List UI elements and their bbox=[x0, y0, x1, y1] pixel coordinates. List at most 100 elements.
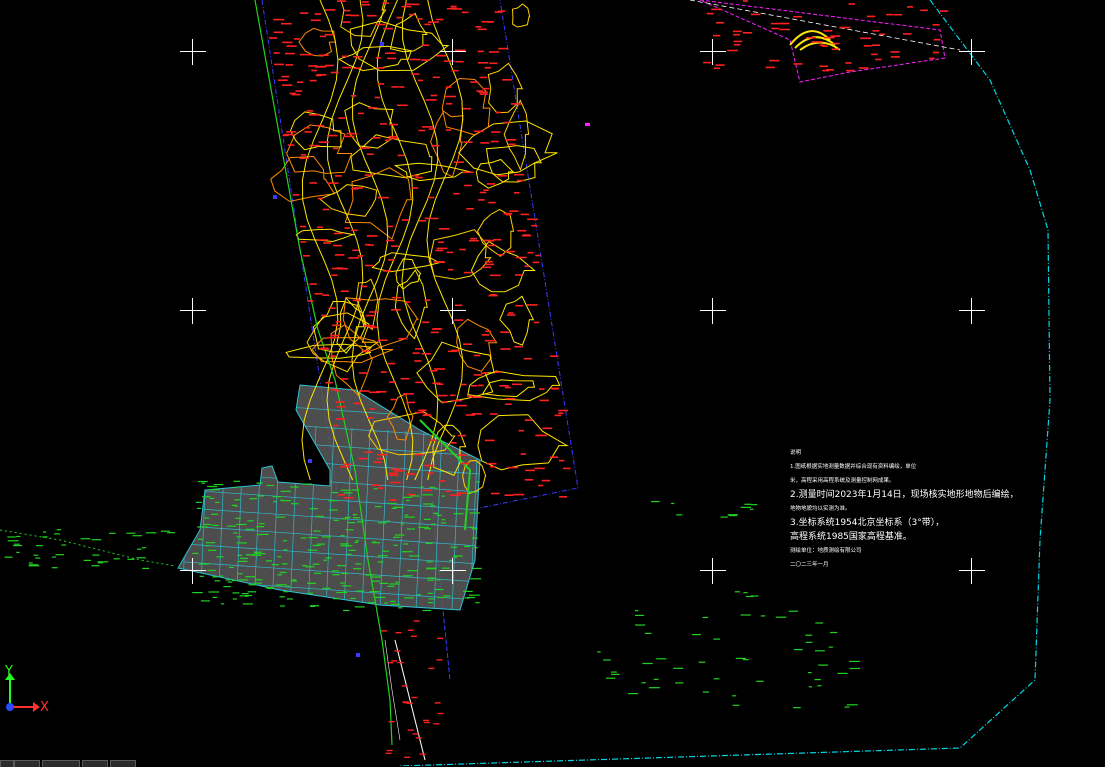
elevation-point bbox=[342, 66, 352, 69]
elevation-point bbox=[488, 244, 496, 247]
elevation-point bbox=[390, 481, 401, 484]
elevation-point bbox=[451, 69, 459, 72]
green-spot-point bbox=[309, 508, 318, 510]
elevation-point bbox=[506, 314, 516, 316]
elevation-point bbox=[903, 33, 912, 35]
green-spot-point bbox=[367, 602, 376, 604]
green-spot-point bbox=[471, 528, 478, 530]
green-spot-point bbox=[167, 532, 176, 534]
green-spot-point bbox=[136, 557, 146, 559]
elevation-point bbox=[367, 417, 374, 419]
elevation-point bbox=[396, 16, 403, 19]
elevation-point bbox=[365, 264, 373, 267]
green-spot-point bbox=[808, 686, 813, 688]
green-spot-point bbox=[56, 529, 62, 531]
green-spot-point bbox=[436, 514, 442, 516]
green-spot-point bbox=[404, 516, 415, 518]
green-spot-point bbox=[418, 526, 429, 528]
elevation-point bbox=[413, 620, 420, 622]
elevation-point bbox=[875, 58, 882, 61]
elevation-point bbox=[537, 434, 547, 437]
elevation-point bbox=[706, 12, 714, 15]
elevation-point bbox=[502, 79, 513, 81]
elevation-point bbox=[524, 265, 530, 268]
elevation-point bbox=[871, 53, 878, 56]
elevation-point bbox=[446, 251, 454, 254]
green-spot-point bbox=[204, 517, 210, 519]
elevation-point bbox=[872, 30, 880, 32]
green-spot-point bbox=[441, 495, 445, 497]
green-spot-point bbox=[203, 523, 212, 526]
elevation-point bbox=[860, 37, 871, 40]
elevation-point bbox=[387, 225, 393, 228]
elevation-point bbox=[432, 382, 441, 384]
elevation-point bbox=[487, 21, 495, 23]
elevation-point bbox=[491, 492, 500, 495]
x-axis-arrow-icon bbox=[12, 702, 40, 712]
green-spot-point bbox=[472, 567, 482, 569]
green-spot-point bbox=[634, 610, 639, 612]
green-spot-point bbox=[343, 609, 350, 612]
green-spot-point bbox=[340, 535, 345, 537]
elevation-point bbox=[769, 59, 780, 62]
blue-marker bbox=[308, 459, 312, 463]
green-spot-point bbox=[373, 488, 378, 490]
green-spot-point bbox=[212, 576, 218, 578]
elevation-point bbox=[362, 1, 369, 3]
green-spot-point bbox=[266, 560, 272, 562]
elevation-point bbox=[514, 345, 523, 348]
green-spot-point bbox=[36, 545, 43, 547]
elevation-point bbox=[541, 479, 551, 482]
elevation-point bbox=[929, 57, 935, 60]
elevation-point bbox=[387, 662, 394, 664]
elevation-point bbox=[300, 241, 307, 243]
elevation-point bbox=[333, 244, 342, 247]
elevation-point bbox=[482, 87, 490, 90]
elevation-point bbox=[558, 459, 565, 462]
elevation-point bbox=[438, 228, 450, 230]
green-spot-point bbox=[313, 530, 321, 532]
green-spot-point bbox=[740, 614, 751, 616]
elevation-point bbox=[489, 274, 501, 277]
green-spot-point bbox=[469, 526, 474, 528]
green-spot-point bbox=[341, 518, 348, 520]
grid-crosshair bbox=[180, 39, 206, 65]
green-spot-point bbox=[434, 588, 444, 591]
elevation-point bbox=[463, 343, 473, 345]
green-spot-point bbox=[212, 596, 218, 598]
elevation-point bbox=[415, 737, 422, 739]
green-spot-point bbox=[229, 566, 234, 568]
green-spot-point bbox=[322, 587, 331, 589]
grid-crosshair bbox=[440, 39, 466, 65]
green-spot-point bbox=[333, 519, 339, 521]
elevation-point bbox=[286, 131, 297, 133]
origin-icon bbox=[6, 703, 14, 711]
elevation-point bbox=[376, 391, 387, 393]
elevation-point bbox=[920, 9, 928, 12]
green-spot-point bbox=[238, 573, 243, 575]
elevation-point bbox=[365, 314, 376, 317]
elevation-point bbox=[480, 372, 489, 374]
green-spot-point bbox=[463, 590, 473, 592]
green-spot-point bbox=[61, 544, 67, 546]
elevation-point bbox=[495, 111, 501, 114]
elevation-point bbox=[380, 371, 387, 373]
elevation-point bbox=[337, 267, 349, 270]
green-spot-point bbox=[371, 542, 381, 544]
elevation-point bbox=[473, 374, 483, 376]
elevation-point bbox=[364, 174, 373, 176]
elevation-point bbox=[515, 304, 523, 307]
elevation-point bbox=[497, 175, 508, 177]
elevation-point bbox=[434, 702, 441, 704]
drawing-canvas[interactable] bbox=[0, 0, 1105, 766]
green-spot-point bbox=[283, 591, 289, 593]
elevation-point bbox=[335, 320, 342, 323]
green-spot-point bbox=[387, 585, 395, 587]
green-spot-point bbox=[343, 492, 353, 494]
elevation-point bbox=[524, 479, 534, 481]
notes-line: 1.图纸根据实地测量数据并综合现有资料编绘，单位 bbox=[790, 464, 917, 470]
elevation-point bbox=[401, 5, 412, 8]
green-spot-point bbox=[410, 495, 420, 497]
elevation-point bbox=[890, 56, 900, 58]
contour-line bbox=[401, 0, 439, 481]
